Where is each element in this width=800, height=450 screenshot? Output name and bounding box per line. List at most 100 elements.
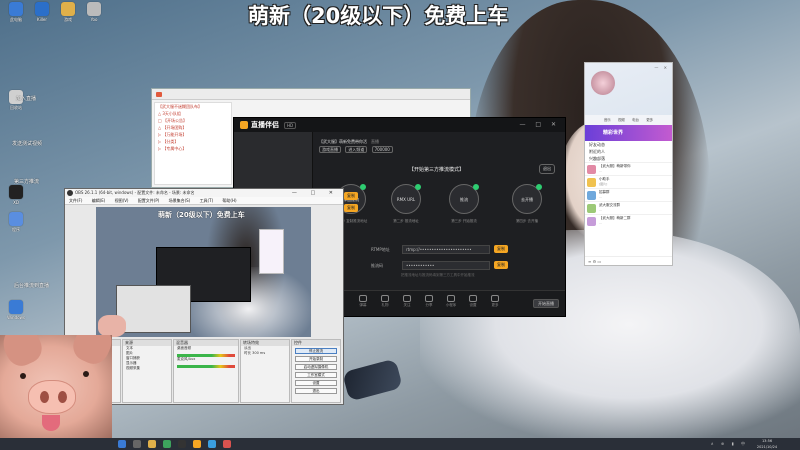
- obs-icon[interactable]: [178, 440, 186, 448]
- settings-button[interactable]: 设置: [295, 380, 337, 386]
- step-3[interactable]: 推流: [449, 184, 479, 214]
- toolbar-item[interactable]: 礼物: [373, 295, 397, 308]
- pig-eye: [20, 373, 26, 379]
- tree-item[interactable]: ▷ 【万能开场】: [155, 131, 231, 138]
- menu-profile[interactable]: 配置文件(P): [138, 198, 160, 203]
- start-recording-button[interactable]: 开始录制: [295, 356, 337, 362]
- copy-button[interactable]: 复制: [344, 204, 358, 212]
- desktop-icon[interactable]: XD: [2, 185, 30, 205]
- room-tag[interactable]: 游戏直播: [319, 146, 341, 153]
- stop-streaming-button[interactable]: 停止推流: [295, 348, 337, 354]
- clock[interactable]: 13:56 2021/10/24: [752, 438, 782, 450]
- qq-menu-item[interactable]: 兴趣部落: [585, 155, 672, 162]
- chat-item[interactable]: 【武大服】萌新二群...: [585, 214, 672, 227]
- volume-meter: [177, 365, 235, 368]
- stream-toolbar: 弹幕 礼物 关注 分享 小程序 设置 更多 开始直播: [313, 290, 565, 316]
- menu-file[interactable]: 文件(F): [69, 198, 82, 203]
- promo-banner[interactable]: 精彩世界: [585, 125, 672, 141]
- pig-eye: [83, 371, 89, 377]
- preview-qq: [259, 229, 284, 274]
- toolbar-label: 设置: [469, 303, 477, 307]
- chat-item[interactable]: 小助手 [图片]: [585, 175, 672, 188]
- app-icon: [35, 2, 49, 16]
- sources-dock[interactable]: 来源 文本 图片 窗口捕获 显示器 视频采集: [122, 339, 172, 403]
- room-tag[interactable]: 进入频道: [345, 146, 368, 153]
- qq-window[interactable]: — ✕ 音乐 视频 电台 更多 精彩世界 好友动态 附近的人 兴趣部落 【武大服…: [584, 62, 673, 266]
- virtual-camera-button[interactable]: 启动虚拟摄像机: [295, 364, 337, 370]
- desktop-icon[interactable]: Yoo: [80, 2, 108, 22]
- obs-title: OBS 26.1.1 (64-bit, windows) - 配置文件: 未命名…: [75, 190, 195, 195]
- app-icon: [9, 185, 23, 199]
- exit-button[interactable]: 退出: [295, 388, 337, 394]
- exit-mode-button[interactable]: 退出: [539, 164, 555, 174]
- studio-mode-button[interactable]: 工作室模式: [295, 372, 337, 378]
- qq-tab[interactable]: 音乐: [604, 118, 611, 122]
- obs-preview[interactable]: 萌新（20级以下）免费上车: [96, 207, 311, 337]
- qq-tab[interactable]: 视频: [618, 118, 625, 122]
- desktop-icon[interactable]: 程序: [2, 212, 30, 232]
- source-item[interactable]: 视频采集: [123, 366, 171, 371]
- avatar[interactable]: [591, 71, 615, 95]
- toolbar-item[interactable]: 弹幕: [351, 295, 375, 308]
- toolbar-item[interactable]: 分享: [417, 295, 441, 308]
- menu-edit[interactable]: 编辑(E): [92, 198, 106, 203]
- qq-menu-item[interactable]: 好友动态: [585, 141, 672, 148]
- toolbar-item[interactable]: 设置: [461, 295, 485, 308]
- rtmp-field[interactable]: rtmp://••••••••••••••••••••••: [402, 245, 490, 254]
- desktop-icon[interactable]: Windows: [2, 300, 30, 320]
- mixer-dock[interactable]: 混音器 桌面音频 麦克风/Aux: [173, 339, 239, 403]
- menu-help[interactable]: 帮助(H): [222, 198, 236, 203]
- system-tray[interactable]: ∧ ⊕ ▮ 中: [711, 441, 748, 447]
- search-icon[interactable]: [133, 440, 141, 448]
- chat-item[interactable]: 【武大服】萌新带你...: [585, 162, 672, 175]
- tree-item[interactable]: ▷ 【专属中心】: [155, 145, 231, 152]
- stream-key-field[interactable]: ••••••••••••: [402, 261, 490, 270]
- start-live-button[interactable]: 开始直播: [533, 299, 559, 308]
- toolbar-label: 礼物: [381, 303, 389, 307]
- chat-item[interactable]: 招募群...: [585, 188, 672, 201]
- stream-titlebar[interactable]: 直播伴侣 HD — □ ✕: [234, 118, 565, 132]
- window-controls[interactable]: — □ ✕: [519, 121, 560, 128]
- menu-scene-collection[interactable]: 场景集合(S): [169, 198, 191, 203]
- window-controls[interactable]: — □ ✕: [292, 189, 339, 197]
- menu-tools[interactable]: 工具(T): [200, 198, 214, 203]
- qq-menu-item[interactable]: 附近的人: [585, 148, 672, 155]
- duration-row[interactable]: 时长 300 ms: [241, 351, 289, 356]
- step-4[interactable]: 去开播: [512, 184, 542, 214]
- copy-button[interactable]: 复制: [344, 192, 358, 200]
- desktop-icon[interactable]: 此电脑: [2, 2, 30, 22]
- desktop-icon[interactable]: Killer: [28, 2, 56, 22]
- desktop-icon-label: 程序: [12, 227, 20, 232]
- desktop-icon[interactable]: 游戏: [54, 2, 82, 22]
- tree-item[interactable]: □ 【开场公告】: [155, 117, 231, 124]
- chat-item[interactable]: 武大服交流群...: [585, 201, 672, 214]
- copy-key-button[interactable]: 复制: [494, 261, 508, 269]
- app-icon: [87, 2, 101, 16]
- copy-rtmp-button[interactable]: 复制: [494, 245, 508, 253]
- tree-item[interactable]: △ 3天小队组: [155, 110, 231, 117]
- qq-tab[interactable]: 电台: [632, 118, 639, 122]
- toolbar-item[interactable]: 关注: [395, 295, 419, 308]
- transitions-dock[interactable]: 转场特效 淡出 时长 300 ms: [240, 339, 290, 403]
- qq-icon[interactable]: [208, 440, 216, 448]
- explorer-icon[interactable]: [148, 440, 156, 448]
- qq-bottom-bar[interactable]: ≡ ⚙ ▭: [585, 256, 672, 265]
- obs-titlebar[interactable]: OBS 26.1.1 (64-bit, windows) - 配置文件: 未命名…: [65, 189, 343, 197]
- chrome-icon[interactable]: [163, 440, 171, 448]
- stream-icon[interactable]: [193, 440, 201, 448]
- start-icon[interactable]: [118, 440, 126, 448]
- menu-view[interactable]: 视图(V): [115, 198, 129, 203]
- music-icon[interactable]: [223, 440, 231, 448]
- window-controls[interactable]: — ✕: [654, 65, 669, 70]
- preview-obs: [116, 285, 191, 333]
- toolbar-item[interactable]: 更多: [483, 295, 507, 308]
- tree-item[interactable]: △ 【开场团购】: [155, 124, 231, 131]
- browser-tree[interactable]: 【武大服不迷糊团队布】 △ 3天小队组 □ 【开场公告】 △ 【开场团购】 ▷ …: [154, 102, 232, 185]
- qq-tab[interactable]: 更多: [646, 118, 653, 122]
- toolbar-item[interactable]: 小程序: [439, 295, 463, 308]
- step-2[interactable]: RMX URL: [391, 184, 421, 214]
- browser-titlebar[interactable]: [152, 89, 470, 100]
- tree-item[interactable]: 【武大服不迷糊团队布】: [155, 103, 231, 110]
- tree-item[interactable]: ▷ 【分类】: [155, 138, 231, 145]
- controls-dock[interactable]: 控件 停止推流 开始录制 启动虚拟摄像机 工作室模式 设置 退出: [291, 339, 341, 403]
